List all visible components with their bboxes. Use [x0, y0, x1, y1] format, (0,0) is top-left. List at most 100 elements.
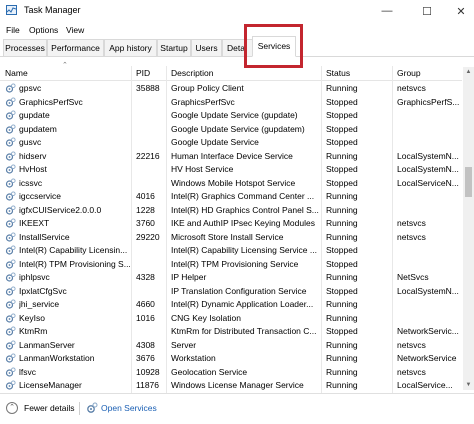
- service-name: InstallService: [19, 231, 70, 242]
- service-name: gupdatem: [19, 123, 57, 134]
- menu-options[interactable]: Options: [29, 25, 58, 35]
- service-description: Microsoft Store Install Service: [171, 231, 284, 242]
- service-status: Stopped: [326, 177, 358, 188]
- scroll-up-icon[interactable]: ▲: [463, 67, 474, 77]
- service-group: NetSvcs: [397, 272, 429, 282]
- table-row[interactable]: igfxCUIService2.0.0.0 1228 Intel(R) HD Gra…: [0, 204, 462, 217]
- menu-view[interactable]: View: [66, 25, 84, 35]
- table-row[interactable]: jhi_service 4660 Intel(R) Dynamic Applicat…: [0, 298, 462, 311]
- service-status: Running: [326, 353, 358, 363]
- scroll-thumb[interactable]: [465, 167, 472, 197]
- tab-app-history[interactable]: App history: [104, 39, 157, 56]
- service-name: IKEEXT: [19, 218, 50, 228]
- table-row[interactable]: Intel(R) Capability Licensin... Intel(R) …: [0, 244, 462, 257]
- service-description: Intel(R) Dynamic Application Loader...: [171, 299, 314, 309]
- menu-file[interactable]: File: [6, 25, 20, 35]
- column-header-status[interactable]: Status: [326, 68, 350, 78]
- service-gear-icon: [5, 110, 16, 121]
- table-row[interactable]: icssvc Windows Mobile Hotspot Service Stop…: [0, 177, 462, 190]
- table-row[interactable]: IpxlatCfgSvc IP Translation Configuration…: [0, 285, 462, 298]
- service-description: Windows License Manager Service: [171, 380, 304, 390]
- service-pid: 35888: [136, 83, 160, 93]
- service-gear-icon: [5, 312, 16, 324]
- service-pid: 4308: [136, 339, 155, 350]
- service-description: Geolocation Service: [171, 366, 248, 377]
- services-gear-icon[interactable]: [86, 402, 98, 414]
- maximize-button[interactable]: ☐: [412, 0, 442, 22]
- service-name: igfxCUIService2.0.0.0: [19, 204, 102, 215]
- service-status: Stopped: [326, 164, 358, 174]
- service-pid: 4016: [136, 191, 155, 201]
- service-name: Intel(R) TPM Provisioning S...: [19, 258, 131, 269]
- table-row[interactable]: LanmanWorkstation 3676 Workstation Running N…: [0, 352, 462, 365]
- service-status: Running: [326, 272, 358, 282]
- table-row[interactable]: iphlpsvc 4328 IP Helper Running NetSvcs: [0, 271, 462, 284]
- service-status: Running: [326, 312, 358, 323]
- table-row[interactable]: Intel(R) TPM Provisioning S... Intel(R) T…: [0, 258, 462, 271]
- table-row[interactable]: gusvc Google Update Service Stopped: [0, 136, 462, 149]
- service-group: netsvcs: [397, 366, 426, 377]
- table-row[interactable]: gpsvc 35888 Group Policy Client Running nets…: [0, 82, 462, 95]
- window-title: Task Manager: [24, 5, 81, 15]
- service-group: netsvcs: [397, 339, 426, 350]
- column-header-group[interactable]: Group: [397, 68, 421, 78]
- service-description: HV Host Service: [171, 164, 234, 174]
- table-row[interactable]: GraphicsPerfSvc GraphicsPerfSvc Stopped Gra…: [0, 96, 462, 109]
- table-row[interactable]: gupdate Google Update Service (gupdate) St…: [0, 109, 462, 122]
- tab-startup[interactable]: Startup: [157, 39, 191, 56]
- service-status: Running: [326, 204, 358, 215]
- table-row[interactable]: lfsvc 10928 Geolocation Service Running nets…: [0, 366, 462, 379]
- service-group: LocalSystemN...: [397, 164, 459, 174]
- table-row[interactable]: igccservice 4016 Intel(R) Graphics Command…: [0, 190, 462, 203]
- service-status: Running: [326, 366, 358, 377]
- table-row[interactable]: LanmanServer 4308 Server Running netsvcs: [0, 339, 462, 352]
- services-tab-highlight: [244, 24, 303, 68]
- table-row[interactable]: HvHost HV Host Service Stopped LocalSystemN…: [0, 163, 462, 176]
- service-description: KtmRm for Distributed Transaction C...: [171, 326, 317, 336]
- table-row[interactable]: KtmRm KtmRm for Distributed Transaction C…: [0, 325, 462, 338]
- service-description: Group Policy Client: [171, 83, 244, 93]
- vertical-scrollbar[interactable]: ▲ ▼: [463, 67, 474, 390]
- service-status: Stopped: [326, 245, 358, 255]
- service-gear-icon: [5, 204, 16, 216]
- task-manager-icon: [6, 5, 17, 15]
- column-header-description[interactable]: Description: [171, 68, 214, 78]
- fewer-details-link[interactable]: Fewer details: [24, 403, 75, 413]
- open-services-link[interactable]: Open Services: [101, 403, 157, 413]
- service-description: Intel(R) Capability Licensing Service ..…: [171, 245, 317, 255]
- column-header-pid[interactable]: PID: [136, 68, 150, 78]
- service-group: NetworkServic...: [397, 326, 459, 336]
- table-row[interactable]: hidserv 22216 Human Interface Device Servi…: [0, 150, 462, 163]
- minimize-button[interactable]: —: [372, 0, 402, 22]
- service-status: Stopped: [326, 137, 358, 147]
- column-header-name[interactable]: Name: [5, 68, 28, 78]
- service-gear-icon: [5, 123, 16, 135]
- tab-processes[interactable]: Processes: [3, 39, 47, 56]
- service-description: Human Interface Device Service: [171, 150, 293, 161]
- table-row[interactable]: gupdatem Google Update Service (gupdatem)…: [0, 123, 462, 136]
- service-gear-icon: [5, 150, 16, 162]
- tab-users[interactable]: Users: [191, 39, 222, 56]
- table-row[interactable]: InstallService 29220 Microsoft Store Insta…: [0, 231, 462, 244]
- tab-performance[interactable]: Performance: [47, 39, 104, 56]
- service-name: jhi_service: [19, 299, 60, 309]
- close-button[interactable]: ✕: [446, 0, 474, 22]
- table-row[interactable]: IKEEXT 3760 IKE and AuthIP IPsec Keying Mo…: [0, 217, 462, 230]
- service-pid: 4328: [136, 272, 155, 282]
- service-description: Intel(R) TPM Provisioning Service: [171, 258, 299, 269]
- title-bar: Task Manager — ☐ ✕: [0, 0, 474, 22]
- service-gear-icon: [5, 96, 16, 108]
- scroll-down-icon[interactable]: ▼: [463, 380, 474, 390]
- service-group: GraphicsPerfS...: [397, 96, 460, 107]
- service-gear-icon: [5, 285, 16, 297]
- table-row[interactable]: KeyIso 1016 CNG Key Isolation Running: [0, 312, 462, 325]
- service-pid: 1228: [136, 204, 155, 215]
- service-pid: 1016: [136, 312, 155, 323]
- service-status: Running: [326, 339, 358, 350]
- service-status: Running: [326, 380, 358, 390]
- service-name: LicenseManager: [19, 380, 82, 390]
- service-name: IpxlatCfgSvc: [19, 285, 67, 296]
- chevron-up-icon[interactable]: ⌃: [6, 402, 18, 414]
- tabs-divider: [0, 56, 474, 57]
- table-row[interactable]: LicenseManager 11876 Windows License Manag…: [0, 379, 462, 390]
